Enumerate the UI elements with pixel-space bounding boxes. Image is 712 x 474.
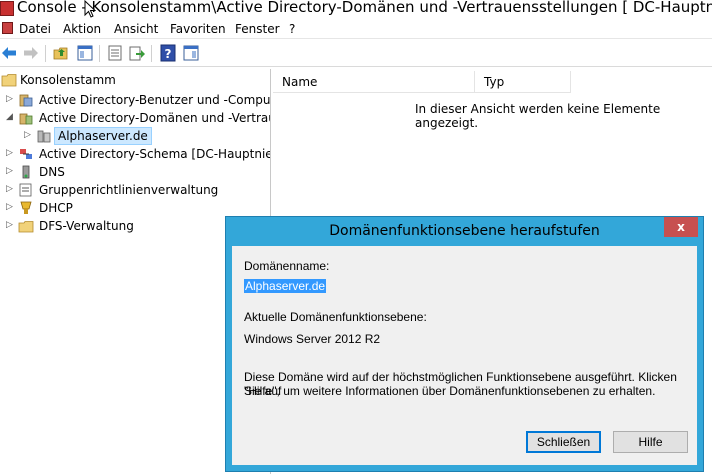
close-button[interactable]: Schließen [526, 431, 601, 453]
show-hide-action-pane-icon[interactable] [182, 44, 200, 62]
tree-item-label: Active Directory-Schema [DC-Hauptniederl [39, 147, 271, 161]
dialog-body: Domänenname: Alphaserver.de Aktuelle Dom… [232, 246, 697, 465]
menu-help[interactable]: ? [289, 22, 295, 36]
menu-aktion[interactable]: Aktion [63, 22, 101, 36]
collapse-arrow-icon[interactable]: ◢ [6, 112, 14, 122]
info-text-line-2: "Hilfe", um weitere Informationen über D… [244, 384, 656, 398]
properties-icon[interactable] [106, 44, 124, 62]
tree-item-label: Alphaserver.de [54, 127, 152, 145]
domain-name-label: Domänenname: [244, 259, 330, 273]
expand-arrow-icon[interactable]: ▷ [6, 166, 14, 176]
ad-domains-trusts-icon [19, 113, 33, 125]
up-folder-icon[interactable] [52, 44, 70, 62]
expand-arrow-icon[interactable]: ▷ [24, 130, 32, 140]
dialog-title: Domänenfunktionsebene heraufstufen [329, 223, 600, 239]
ad-schema-icon [20, 149, 32, 159]
toolbar: ? [0, 40, 712, 67]
empty-list-message: In dieser Ansicht werden keine Elemente … [415, 102, 661, 130]
folder-icon [1, 74, 17, 87]
expand-arrow-icon[interactable]: ▷ [6, 202, 14, 212]
forward-arrow-icon[interactable] [22, 44, 40, 62]
system-menu-icon[interactable] [2, 22, 13, 34]
export-list-icon[interactable] [128, 44, 146, 62]
menu-datei[interactable]: Datei [19, 22, 51, 36]
tree-item-label: Gruppenrichtlinienverwaltung [39, 183, 219, 197]
column-header-typ[interactable]: Typ [475, 71, 571, 93]
current-level-value: Windows Server 2012 R2 [244, 332, 381, 346]
menu-favoriten[interactable]: Favoriten [170, 22, 226, 36]
current-level-label: Aktuelle Domänenfunktionsebene: [244, 310, 427, 324]
mmc-app-icon[interactable] [0, 1, 14, 16]
tree-root-label: Konsolenstamm [20, 73, 116, 87]
tree-item-label: DFS-Verwaltung [39, 219, 134, 233]
title-bar: Console - Konsolenstamm\Active Directory… [0, 0, 712, 19]
mouse-cursor-icon [84, 0, 96, 18]
show-hide-tree-icon[interactable] [76, 44, 94, 62]
toolbar-separator [45, 45, 46, 62]
expand-arrow-icon[interactable]: ▷ [6, 184, 14, 194]
menu-ansicht[interactable]: Ansicht [114, 22, 158, 36]
tree-item-label: DNS [39, 165, 65, 179]
help-button[interactable]: Hilfe [613, 431, 688, 453]
expand-arrow-icon[interactable]: ▷ [6, 220, 14, 230]
gpo-management-icon [19, 183, 32, 197]
dhcp-icon [20, 201, 32, 214]
tree-item-label: DHCP [39, 201, 73, 215]
menu-bar: Datei Aktion Ansicht Favoriten Fenster ? [0, 19, 712, 39]
toolbar-separator [151, 45, 152, 62]
dns-icon [22, 165, 30, 179]
expand-arrow-icon[interactable]: ▷ [6, 94, 14, 104]
window-title: Console - Konsolenstamm\Active Directory… [17, 0, 712, 16]
ad-users-computers-icon [19, 94, 33, 107]
dialog-close-button[interactable]: x [664, 217, 698, 237]
svg-text:?: ? [165, 47, 172, 61]
domain-name-selected-text[interactable]: Alphaserver.de [244, 279, 327, 293]
menu-fenster[interactable]: Fenster [235, 22, 280, 36]
help-icon[interactable]: ? [159, 44, 177, 62]
dfs-management-icon [18, 221, 34, 233]
tree-item-label: Active Directory-Benutzer und -Computer … [39, 93, 271, 107]
toolbar-separator [99, 45, 100, 62]
back-arrow-icon[interactable] [0, 44, 18, 62]
column-header-name[interactable]: Name [273, 71, 475, 93]
domain-name-value[interactable]: Alphaserver.de [244, 279, 327, 293]
expand-arrow-icon[interactable]: ▷ [6, 148, 14, 158]
tree-item-label: Active Directory-Domänen und -Vertrauens [39, 111, 270, 125]
raise-domain-level-dialog: Domänenfunktionsebene heraufstufen x Dom… [225, 216, 704, 472]
domain-icon [37, 130, 51, 143]
